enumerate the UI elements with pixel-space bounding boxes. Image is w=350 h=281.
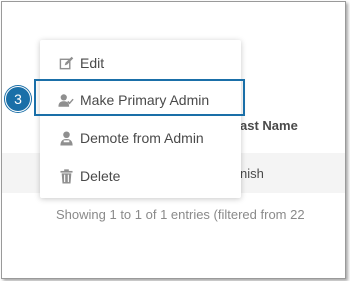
trash-icon bbox=[58, 168, 74, 184]
screenshot-frame: ast Name nish Showing 1 to 1 of 1 entrie… bbox=[1, 1, 346, 279]
menu-item-demote-label: Demote from Admin bbox=[80, 130, 204, 146]
step-number-badge: 3 bbox=[5, 86, 31, 112]
menu-item-edit-label: Edit bbox=[80, 55, 105, 71]
menu-item-delete-label: Delete bbox=[80, 168, 121, 184]
column-header-last-name[interactable]: ast Name bbox=[240, 118, 298, 133]
last-name-cell: nish bbox=[240, 166, 264, 181]
menu-item-delete[interactable]: Delete bbox=[40, 158, 241, 194]
menu-item-edit[interactable]: Edit bbox=[40, 45, 241, 81]
menu-item-demote-from-admin[interactable]: Demote from Admin bbox=[40, 120, 241, 156]
edit-icon bbox=[58, 55, 74, 71]
user-demote-icon bbox=[58, 130, 74, 146]
row-actions-menu: Edit Make Primary Admin Demote from Admi… bbox=[40, 40, 241, 198]
table-entries-info: Showing 1 to 1 of 1 entries (filtered fr… bbox=[56, 207, 305, 222]
highlight-box bbox=[34, 79, 245, 116]
